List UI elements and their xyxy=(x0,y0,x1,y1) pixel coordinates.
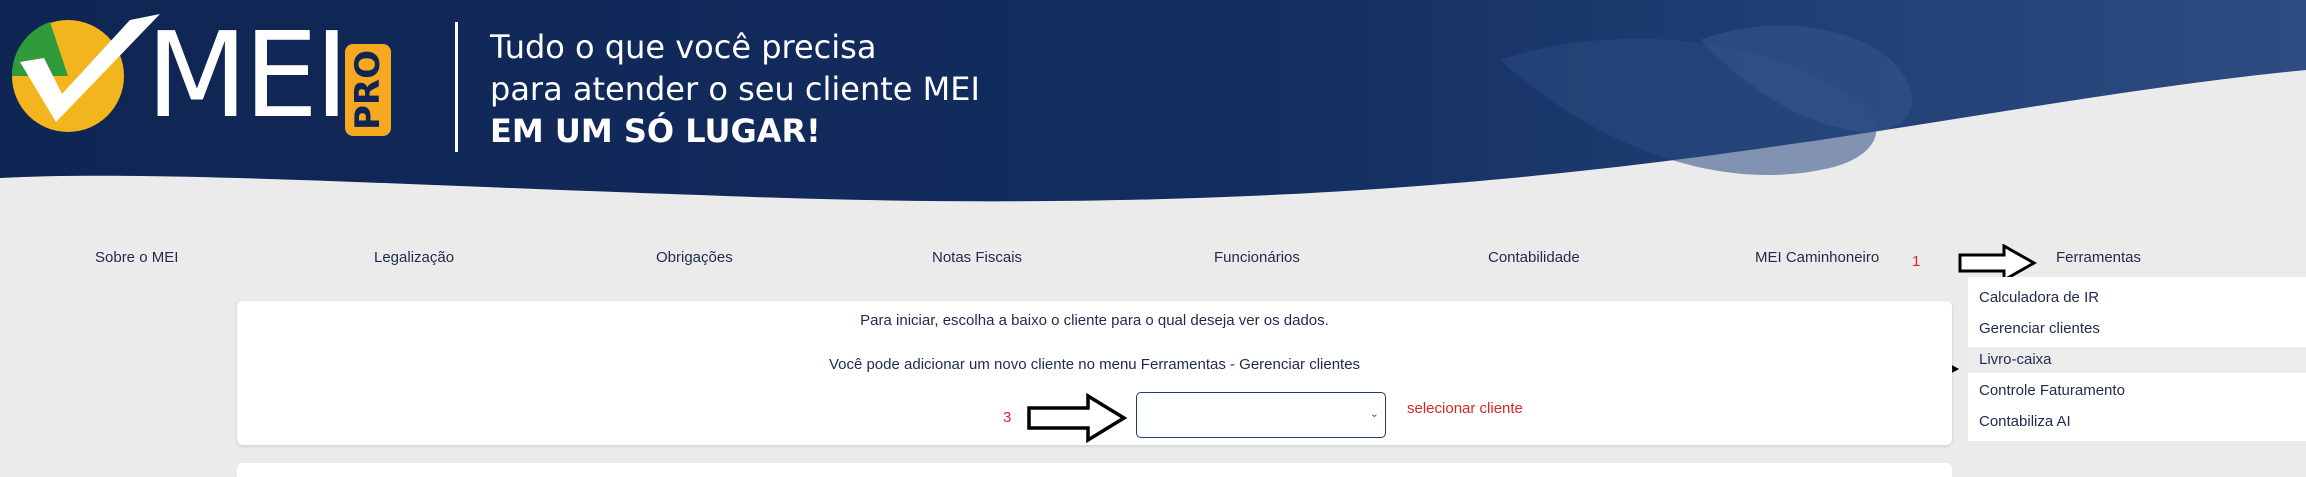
nav-item-contabilidade[interactable]: Contabilidade xyxy=(1488,249,1580,266)
checkmark-logo-icon xyxy=(11,14,160,132)
header-banner: MEI PRO Tudo o que você precisa para ate… xyxy=(0,0,2306,235)
nav-item-ferramentas[interactable]: Ferramentas xyxy=(2056,249,2141,266)
dropdown-item-calculadora-ir[interactable]: Calculadora de IR xyxy=(1979,289,2099,306)
chevron-down-icon: ⌄ xyxy=(1369,408,1379,420)
content-card xyxy=(237,463,1952,477)
meipro-logo[interactable]: MEI PRO xyxy=(10,6,391,144)
header-tagline: Tudo o que você precisa para atender o s… xyxy=(490,26,980,152)
dropdown-item-controle-faturamento[interactable]: Controle Faturamento xyxy=(1979,382,2125,399)
tagline-line-2: para atender o seu cliente MEI xyxy=(490,70,980,108)
logo-brand-text: MEI xyxy=(146,6,349,144)
nav-item-funcionarios[interactable]: Funcionários xyxy=(1214,249,1300,266)
pro-badge: PRO xyxy=(345,44,391,136)
header-divider xyxy=(455,22,458,152)
tagline-line-1: Tudo o que você precisa xyxy=(490,28,877,66)
annotation-step-3: 3 xyxy=(1003,409,1012,426)
dropdown-item-gerenciar-clientes[interactable]: Gerenciar clientes xyxy=(1979,320,2100,337)
select-hint-text: selecionar cliente xyxy=(1407,400,1523,417)
dropdown-item-contabiliza-ai[interactable]: Contabiliza AI xyxy=(1979,413,2071,430)
client-select[interactable]: ⌄ xyxy=(1136,392,1386,438)
tagline-line-3: EM UM SÓ LUGAR! xyxy=(490,112,821,150)
dropdown-item-livro-caixa[interactable]: Livro-caixa xyxy=(1979,351,2052,368)
instruction-text: Para iniciar, escolha a baixo o cliente … xyxy=(860,312,1329,329)
ferramentas-dropdown: Calculadora de IR Gerenciar clientes Liv… xyxy=(1968,277,2306,441)
pro-badge-text: PRO xyxy=(348,50,388,131)
arrow-right-icon xyxy=(1027,393,1128,443)
nav-item-legalizacao[interactable]: Legalização xyxy=(374,249,454,266)
nav-item-mei-caminhoneiro[interactable]: MEI Caminhoneiro xyxy=(1755,249,1879,266)
nav-item-notas-fiscais[interactable]: Notas Fiscais xyxy=(932,249,1022,266)
hint-text: Você pode adicionar um novo cliente no m… xyxy=(828,356,1361,373)
annotation-step-1: 1 xyxy=(1912,253,1921,270)
nav-item-obrigacoes[interactable]: Obrigações xyxy=(656,249,733,266)
nav-item-sobre-o-mei[interactable]: Sobre o MEI xyxy=(95,249,178,266)
